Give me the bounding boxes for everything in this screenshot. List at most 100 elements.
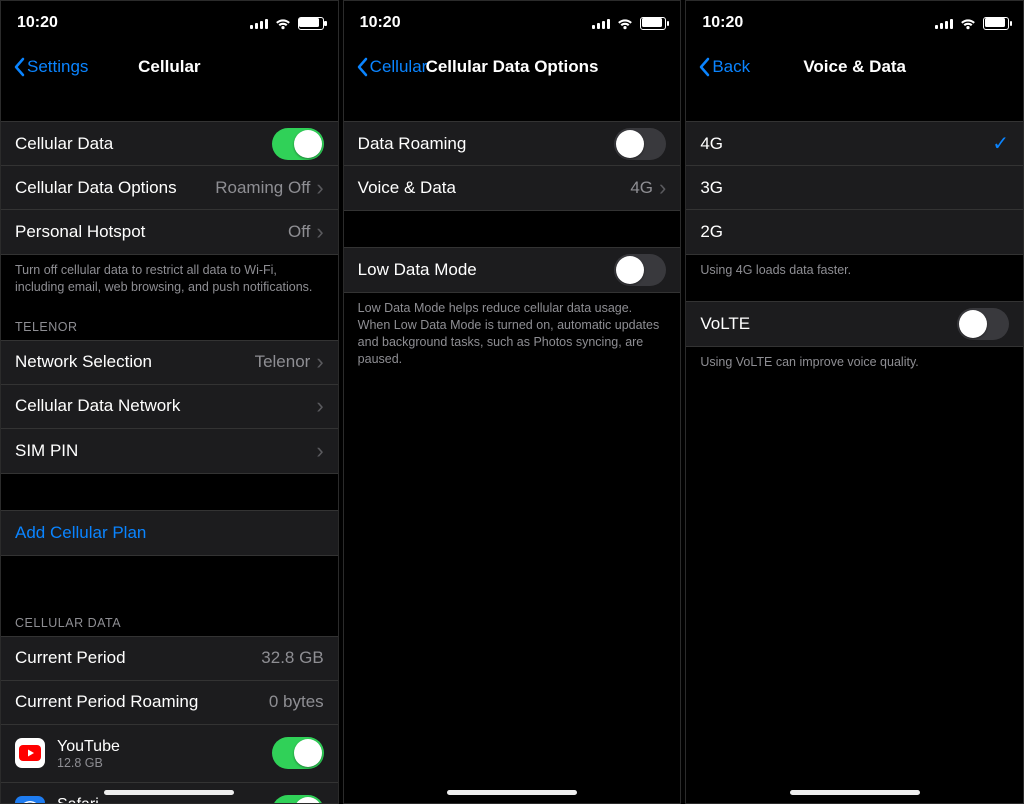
row-low-data-mode[interactable]: Low Data Mode — [344, 248, 681, 292]
wifi-icon — [616, 17, 634, 30]
page-title: Cellular — [138, 57, 200, 77]
back-button[interactable]: Settings — [7, 45, 94, 89]
row-add-cellular-plan[interactable]: Add Cellular Plan — [1, 511, 338, 555]
status-bar: 10:20 — [1, 1, 338, 45]
nav-bar: Back Voice & Data — [686, 45, 1023, 89]
row-label: Voice & Data — [358, 178, 631, 198]
status-indicators — [592, 17, 666, 30]
status-time: 10:20 — [17, 14, 58, 32]
page-title: Cellular Data Options — [426, 57, 599, 77]
signal-icon — [935, 17, 953, 29]
row-label: VoLTE — [700, 314, 957, 334]
row-label: 4G — [700, 134, 992, 154]
toggle-data-roaming[interactable] — [614, 128, 666, 160]
row-option-4g[interactable]: 4G ✓ — [686, 122, 1023, 166]
back-button[interactable]: Cellular — [350, 45, 434, 89]
status-indicators — [935, 17, 1009, 30]
screen-cellular-data-options: 10:20 Cellular Cellular Data Options Dat… — [343, 0, 682, 804]
row-label: 3G — [700, 178, 1009, 198]
row-option-3g[interactable]: 3G — [686, 166, 1023, 210]
row-label: Data Roaming — [358, 134, 615, 154]
row-sim-pin[interactable]: SIM PIN › — [1, 429, 338, 473]
battery-icon — [983, 17, 1009, 30]
content-scroll[interactable]: Data Roaming Voice & Data 4G › Low Data … — [344, 89, 681, 803]
battery-icon — [298, 17, 324, 30]
chevron-right-icon: › — [316, 395, 323, 417]
back-label: Cellular — [370, 57, 428, 77]
status-indicators — [250, 17, 324, 30]
row-label: Cellular Data — [15, 134, 272, 154]
wifi-icon — [959, 17, 977, 30]
row-value: Telenor — [255, 352, 311, 372]
row-data-roaming[interactable]: Data Roaming — [344, 122, 681, 166]
row-personal-hotspot[interactable]: Personal Hotspot Off › — [1, 210, 338, 254]
app-name: Safari — [57, 795, 260, 803]
home-indicator[interactable] — [104, 790, 234, 795]
row-label: Current Period — [15, 648, 261, 668]
app-name: YouTube — [57, 737, 260, 756]
row-label: SIM PIN — [15, 441, 316, 461]
row-label: 2G — [700, 222, 1009, 242]
back-label: Back — [712, 57, 750, 77]
battery-icon — [640, 17, 666, 30]
status-bar: 10:20 — [344, 1, 681, 45]
status-bar: 10:20 — [686, 1, 1023, 45]
chevron-right-icon: › — [316, 177, 323, 199]
row-value: 0 bytes — [269, 692, 324, 712]
status-time: 10:20 — [702, 14, 743, 32]
content-scroll[interactable]: 4G ✓ 3G 2G Using 4G loads data faster. V… — [686, 89, 1023, 803]
row-option-2g[interactable]: 2G — [686, 210, 1023, 254]
toggle-volte[interactable] — [957, 308, 1009, 340]
toggle-app-safari[interactable] — [272, 795, 324, 803]
row-network-selection[interactable]: Network Selection Telenor › — [1, 341, 338, 385]
page-title: Voice & Data — [803, 57, 906, 77]
row-cellular-data-options[interactable]: Cellular Data Options Roaming Off › — [1, 166, 338, 210]
screen-voice-and-data: 10:20 Back Voice & Data 4G ✓ — [685, 0, 1024, 804]
chevron-right-icon: › — [316, 221, 323, 243]
content-scroll[interactable]: Cellular Data Cellular Data Options Roam… — [1, 89, 338, 803]
toggle-cellular-data[interactable] — [272, 128, 324, 160]
row-voice-and-data[interactable]: Voice & Data 4G › — [344, 166, 681, 210]
row-cellular-data[interactable]: Cellular Data — [1, 122, 338, 166]
wifi-icon — [274, 17, 292, 30]
row-cellular-data-network[interactable]: Cellular Data Network › — [1, 385, 338, 429]
section-note: Using VoLTE can improve voice quality. — [686, 347, 1023, 375]
row-current-period-roaming: Current Period Roaming 0 bytes — [1, 681, 338, 725]
home-indicator[interactable] — [790, 790, 920, 795]
row-value: Off — [288, 222, 310, 242]
row-label: Add Cellular Plan — [15, 523, 324, 543]
toggle-low-data-mode[interactable] — [614, 254, 666, 286]
row-label: Low Data Mode — [358, 260, 615, 280]
chevron-right-icon: › — [316, 440, 323, 462]
row-volte[interactable]: VoLTE — [686, 302, 1023, 346]
chevron-left-icon — [13, 57, 25, 77]
chevron-right-icon: › — [659, 177, 666, 199]
chevron-left-icon — [698, 57, 710, 77]
app-usage: 12.8 GB — [57, 756, 260, 770]
row-label: Personal Hotspot — [15, 222, 288, 242]
youtube-icon — [15, 738, 45, 768]
toggle-app-youtube[interactable] — [272, 737, 324, 769]
checkmark-icon: ✓ — [992, 131, 1009, 156]
chevron-right-icon: › — [316, 351, 323, 373]
row-current-period: Current Period 32.8 GB — [1, 637, 338, 681]
section-header-carrier: TELENOR — [1, 300, 338, 340]
row-label: Cellular Data Options — [15, 178, 215, 198]
status-time: 10:20 — [360, 14, 401, 32]
app-row-youtube[interactable]: YouTube 12.8 GB — [1, 725, 338, 783]
back-button[interactable]: Back — [692, 45, 756, 89]
section-note: Low Data Mode helps reduce cellular data… — [344, 293, 681, 372]
screen-cellular: 10:20 Settings Cellular Cellular Data — [0, 0, 339, 804]
row-label: Cellular Data Network — [15, 396, 316, 416]
row-value: 4G — [630, 178, 653, 198]
nav-bar: Cellular Cellular Data Options — [344, 45, 681, 89]
signal-icon — [592, 17, 610, 29]
row-value: Roaming Off — [215, 178, 310, 198]
signal-icon — [250, 17, 268, 29]
back-label: Settings — [27, 57, 88, 77]
chevron-left-icon — [356, 57, 368, 77]
home-indicator[interactable] — [447, 790, 577, 795]
safari-icon — [15, 796, 45, 803]
row-label: Current Period Roaming — [15, 692, 269, 712]
row-value: 32.8 GB — [261, 648, 323, 668]
